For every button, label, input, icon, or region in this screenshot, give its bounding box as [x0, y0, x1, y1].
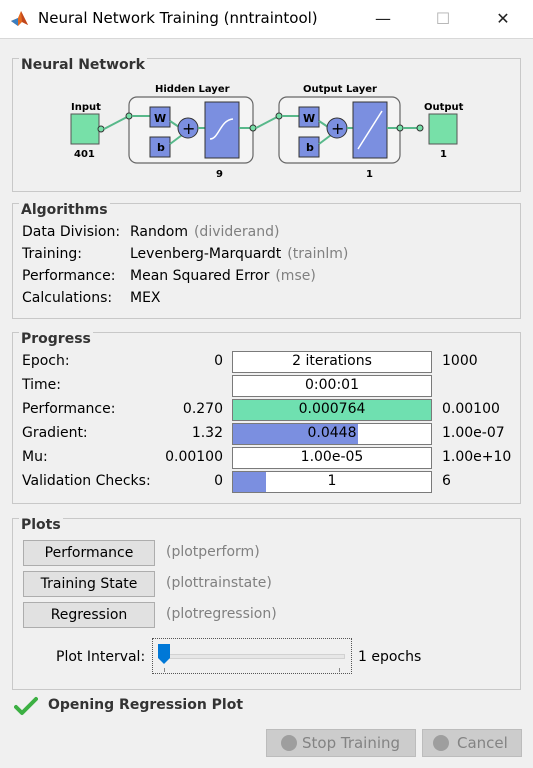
data-division-function: (dividerand)	[193, 224, 280, 240]
output-label: Output	[424, 102, 464, 113]
progress-row-time: Time: 0:00:01	[13, 375, 520, 397]
input-node	[70, 113, 100, 145]
input-size: 401	[74, 149, 95, 160]
plot-interval-value: 1 epochs	[358, 649, 422, 665]
slider-track	[163, 654, 345, 659]
gradient-current: 0.0448	[307, 425, 357, 441]
epoch-end: 1000	[442, 353, 478, 369]
cancel-icon	[433, 735, 449, 751]
epoch-current: 2 iterations	[292, 353, 372, 369]
minimize-button[interactable]: —	[358, 0, 408, 38]
training-label: Training:	[22, 246, 82, 262]
algorithms-panel: Algorithms Data Division: Random (divider…	[12, 202, 521, 319]
performance-current: 0.000764	[298, 401, 366, 417]
plot-performance-function: (plotperform)	[166, 544, 260, 560]
mu-label: Mu:	[22, 449, 48, 465]
performance-progress-label: Performance:	[22, 401, 116, 417]
calculations-value: MEX	[130, 290, 161, 306]
neural-network-panel: Neural Network Input 401 Hidden Layer W …	[12, 57, 521, 192]
plot-regression-button[interactable]: Regression	[23, 602, 155, 628]
stop-training-button[interactable]: Stop Training	[266, 729, 416, 757]
network-diagram: Input 401 Hidden Layer W b + 9 Output La…	[70, 84, 464, 180]
gradient-start: 1.32	[191, 425, 223, 441]
stop-training-label: Stop Training	[302, 734, 401, 752]
epoch-progress-bar: 2 iterations	[232, 351, 432, 373]
input-connector	[97, 125, 105, 133]
calculations-label: Calculations:	[22, 290, 113, 306]
hidden-sum-label: +	[182, 119, 195, 138]
progress-row-validation-checks: Validation Checks: 0 1 6	[13, 471, 520, 493]
check-icon	[14, 697, 38, 715]
gradient-end: 1.00e-07	[442, 425, 505, 441]
progress-row-mu: Mu: 0.00100 1.00e-05 1.00e+10	[13, 447, 520, 469]
output-count: 1	[440, 149, 447, 160]
hidden-layer-size: 9	[216, 169, 223, 180]
input-label: Input	[71, 102, 101, 113]
progress-section-title: Progress	[19, 331, 93, 347]
output-bias-label: b	[306, 141, 314, 154]
close-button[interactable]: ✕	[478, 0, 528, 38]
training-function: (trainlm)	[287, 246, 349, 262]
performance-start: 0.270	[182, 401, 223, 417]
performance-value: Mean Squared Error	[130, 268, 270, 284]
status-text: Opening Regression Plot	[48, 697, 244, 713]
gradient-progress-bar: 0.0448	[232, 423, 432, 445]
performance-end: 0.00100	[442, 401, 500, 417]
epoch-label: Epoch:	[22, 353, 70, 369]
plot-performance-button[interactable]: Performance	[23, 540, 155, 566]
validation-checks-end: 6	[442, 473, 451, 489]
hidden-transfer-block	[204, 101, 240, 159]
mu-end: 1.00e+10	[442, 449, 512, 465]
cancel-label: Cancel	[457, 734, 508, 752]
performance-function: (mse)	[275, 268, 316, 284]
performance-label: Performance:	[22, 268, 116, 284]
hidden-layer-title: Hidden Layer	[155, 84, 230, 95]
progress-panel: Progress Epoch: 0 2 iterations 1000 Time…	[12, 331, 521, 504]
plot-interval-label: Plot Interval:	[56, 649, 146, 665]
output-node	[428, 113, 458, 145]
plot-training-state-button[interactable]: Training State	[23, 571, 155, 597]
matlab-logo-icon	[11, 11, 28, 26]
plots-panel: Plots Performance (plotperform) Training…	[12, 517, 521, 690]
progress-row-epoch: Epoch: 0 2 iterations 1000	[13, 351, 520, 373]
performance-progress-bar: 0.000764	[232, 399, 432, 421]
maximize-button[interactable]: ☐	[418, 0, 468, 38]
training-value: Levenberg-Marquardt	[130, 246, 282, 262]
time-current: 0:00:01	[305, 377, 359, 393]
slider-thumb[interactable]	[158, 644, 170, 664]
gradient-label: Gradient:	[22, 425, 88, 441]
validation-checks-current: 1	[327, 473, 337, 489]
time-label: Time:	[22, 377, 61, 393]
plots-section-title: Plots	[19, 517, 63, 533]
cancel-button[interactable]: Cancel	[422, 729, 522, 757]
slider-tick	[164, 668, 165, 672]
plot-training-state-function: (plottrainstate)	[166, 575, 272, 591]
slider-tick	[339, 668, 340, 672]
output-layer-size: 1	[366, 169, 373, 180]
output-sum-label: +	[331, 119, 344, 138]
validation-checks-start: 0	[214, 473, 223, 489]
progress-row-gradient: Gradient: 1.32 0.0448 1.00e-07	[13, 423, 520, 445]
title-bar: Neural Network Training (nntraintool) — …	[0, 0, 533, 39]
plot-regression-function: (plotregression)	[166, 606, 277, 622]
time-progress-bar: 0:00:01	[232, 375, 432, 397]
validation-checks-label: Validation Checks:	[22, 473, 151, 489]
window-title: Neural Network Training (nntraintool)	[38, 9, 318, 27]
progress-row-performance: Performance: 0.270 0.000764 0.00100	[13, 399, 520, 421]
output-layer-title: Output Layer	[303, 84, 377, 95]
mu-start: 0.00100	[165, 449, 223, 465]
hidden-bias-label: b	[157, 141, 165, 154]
epoch-start: 0	[214, 353, 223, 369]
mu-progress-bar: 1.00e-05	[232, 447, 432, 469]
output-weight-label: W	[303, 112, 315, 125]
mu-current: 1.00e-05	[300, 449, 364, 465]
plot-interval-slider[interactable]	[152, 638, 352, 674]
hidden-weight-label: W	[154, 112, 166, 125]
data-division-label: Data Division:	[22, 224, 121, 240]
validation-checks-progress-bar: 1	[232, 471, 432, 493]
stop-icon	[281, 735, 297, 751]
data-division-value: Random	[130, 224, 188, 240]
algorithms-section-title: Algorithms	[19, 202, 110, 218]
